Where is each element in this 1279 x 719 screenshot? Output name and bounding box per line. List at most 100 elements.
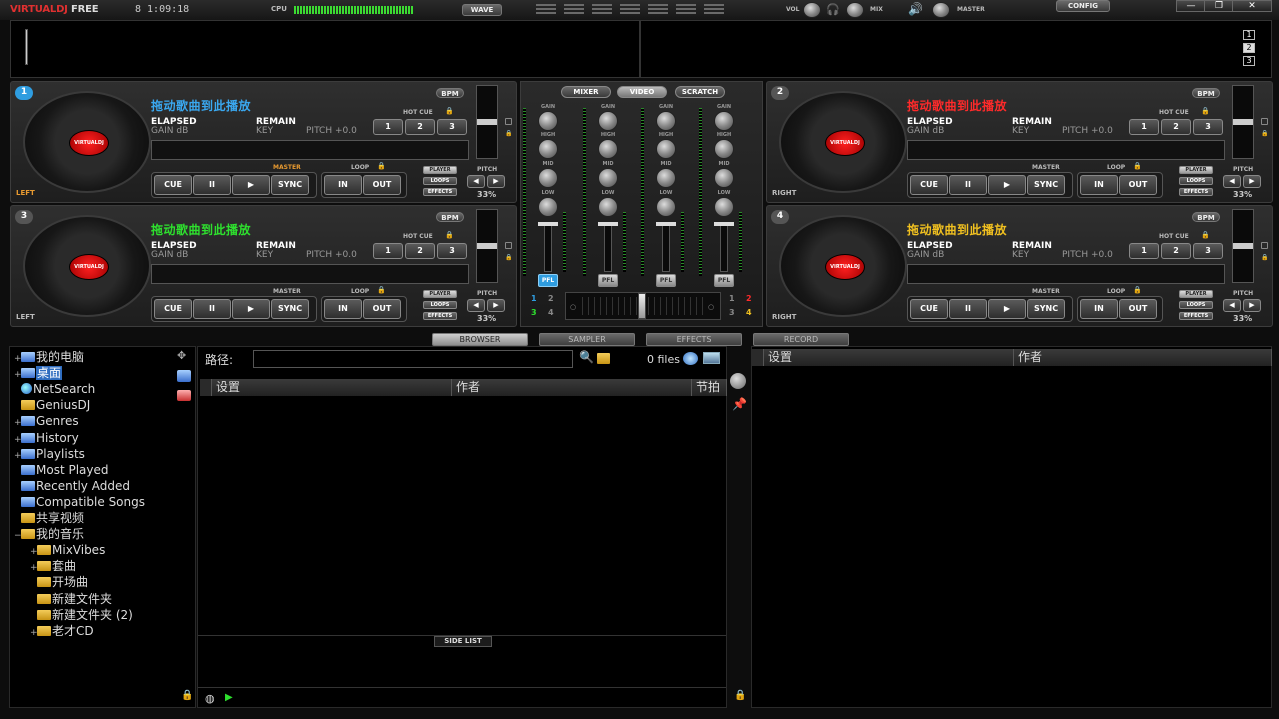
pitch-up-button[interactable]: ▶ [1243, 299, 1261, 312]
tree-item[interactable]: + 桌面 [14, 365, 63, 381]
ch3-pfl-button[interactable]: PFL [656, 274, 676, 287]
tab-effects[interactable]: EFFECTS [646, 333, 742, 346]
ch1-low-knob[interactable] [538, 197, 558, 217]
loops-button[interactable]: LOOPS [1179, 177, 1213, 185]
volume-knob[interactable] [803, 2, 821, 18]
hot-cue-2[interactable]: 2 [1161, 119, 1191, 135]
ch-2-left[interactable]: 2 [548, 294, 554, 303]
jog-wheel[interactable]: VIRTUALDJ [779, 91, 907, 193]
folder-tree[interactable]: + 我的电脑 + 桌面 NetSearch GeniusDJ + Genres + History… [9, 346, 196, 708]
ch4-volume-fader[interactable] [720, 222, 728, 272]
minimize-button[interactable]: — [1176, 0, 1206, 12]
tree-item[interactable]: 共享视频 [14, 510, 84, 526]
ch2-gain-knob[interactable] [598, 111, 618, 131]
maximize-button[interactable]: ❐ [1204, 0, 1234, 12]
sync-button[interactable]: SYNC [1027, 299, 1065, 319]
loops-button[interactable]: LOOPS [1179, 301, 1213, 309]
tree-expander[interactable]: + [30, 625, 38, 641]
tab-record[interactable]: RECORD [753, 333, 849, 346]
song-info-bar[interactable] [907, 264, 1225, 284]
col-title[interactable]: 设置 [212, 379, 452, 396]
loops-button[interactable]: LOOPS [423, 301, 457, 309]
lock-icon[interactable]: 🔒 [445, 231, 454, 239]
bpm-button[interactable]: BPM [436, 212, 464, 222]
side-col-artist[interactable]: 作者 [1014, 349, 1272, 366]
waveform-right[interactable] [640, 20, 1272, 78]
bpm-button[interactable]: BPM [1192, 212, 1220, 222]
jog-wheel[interactable]: VIRTUALDJ [779, 215, 907, 317]
pitch-reset-icon[interactable] [1261, 118, 1268, 125]
song-info-bar[interactable] [151, 140, 469, 160]
pause-button[interactable]: II [949, 175, 987, 195]
ch3-high-knob[interactable] [656, 139, 676, 159]
search-icon[interactable]: 🔍 [579, 350, 594, 364]
ch-4-left[interactable]: 4 [548, 308, 554, 317]
tree-item[interactable]: + 套曲 [30, 558, 76, 574]
loop-in-button[interactable]: IN [1080, 175, 1118, 195]
tree-item[interactable]: + 我的电脑 [14, 349, 84, 365]
player-button[interactable]: PLAYER [423, 166, 457, 174]
effects-button[interactable]: EFFECTS [423, 312, 457, 320]
tree-item[interactable]: 新建文件夹 [30, 591, 112, 607]
jog-wheel[interactable]: VIRTUALDJ [23, 91, 151, 193]
ch2-pfl-button[interactable]: PFL [598, 274, 618, 287]
layout-button-4[interactable] [620, 4, 640, 14]
ch2-volume-fader[interactable] [604, 222, 612, 272]
ch-4-right[interactable]: 4 [746, 308, 752, 317]
sync-button[interactable]: SYNC [271, 175, 309, 195]
loop-lock-icon[interactable]: 🔒 [377, 286, 386, 294]
play-button[interactable]: ▶ [988, 299, 1026, 319]
effects-button[interactable]: EFFECTS [1179, 312, 1213, 320]
side-list-button[interactable]: SIDE LIST [434, 636, 492, 647]
ch-2-right[interactable]: 2 [746, 294, 752, 303]
player-button[interactable]: PLAYER [1179, 166, 1213, 174]
ch1-high-knob[interactable] [538, 139, 558, 159]
sync-button[interactable]: SYNC [1027, 175, 1065, 195]
tree-item[interactable]: + Genres [14, 413, 79, 429]
add-folder-icon[interactable]: ✥ [177, 349, 186, 362]
pitch-lock-icon[interactable]: 🔒 [1261, 254, 1268, 261]
pitch-up-button[interactable]: ▶ [487, 299, 505, 312]
loops-button[interactable]: LOOPS [423, 177, 457, 185]
hot-cue-3[interactable]: 3 [437, 119, 467, 135]
wave-deck-2[interactable]: 2 [1243, 43, 1255, 53]
sync-button[interactable]: SYNC [271, 299, 309, 319]
ch3-gain-knob[interactable] [656, 111, 676, 131]
add-virtual-folder-icon[interactable] [177, 370, 191, 382]
hot-cue-1[interactable]: 1 [1129, 119, 1159, 135]
remove-folder-icon[interactable] [177, 390, 191, 401]
pitch-lock-icon[interactable]: 🔒 [1261, 130, 1268, 137]
ch2-high-knob[interactable] [598, 139, 618, 159]
loop-in-button[interactable]: IN [324, 175, 362, 195]
tree-item[interactable]: 新建文件夹 (2) [30, 607, 133, 623]
mix-knob[interactable] [846, 2, 864, 18]
hot-cue-2[interactable]: 2 [405, 119, 435, 135]
tree-item[interactable]: NetSearch [14, 381, 95, 397]
tree-item[interactable]: 开场曲 [30, 574, 88, 590]
tree-item[interactable]: + Playlists [14, 446, 85, 462]
video-tab[interactable]: VIDEO [617, 86, 667, 98]
loop-out-button[interactable]: OUT [363, 299, 401, 319]
pitch-slider[interactable] [473, 85, 501, 159]
hot-cue-2[interactable]: 2 [1161, 243, 1191, 259]
tree-item[interactable]: Compatible Songs [14, 494, 145, 510]
pitch-up-button[interactable]: ▶ [487, 175, 505, 188]
loop-out-button[interactable]: OUT [363, 175, 401, 195]
loop-in-button[interactable]: IN [1080, 299, 1118, 319]
hot-cue-2[interactable]: 2 [405, 243, 435, 259]
ch1-gain-knob[interactable] [538, 111, 558, 131]
ch4-fader-knob[interactable] [714, 222, 734, 226]
pitch-slider[interactable] [473, 209, 501, 283]
ch3-volume-fader[interactable] [662, 222, 670, 272]
loop-lock-icon[interactable]: 🔒 [377, 162, 386, 170]
ch4-pfl-button[interactable]: PFL [714, 274, 734, 287]
ch1-mid-knob[interactable] [538, 168, 558, 188]
waveform-left[interactable] [10, 20, 640, 78]
lock-icon[interactable]: 🔒 [181, 690, 193, 701]
pitch-reset-icon[interactable] [1261, 242, 1268, 249]
loop-out-button[interactable]: OUT [1119, 175, 1157, 195]
config-button[interactable]: CONFIG [1056, 0, 1110, 12]
tree-item[interactable]: + History [14, 430, 79, 446]
cue-button[interactable]: CUE [910, 175, 948, 195]
lock-icon[interactable]: 🔒 [1201, 107, 1210, 115]
